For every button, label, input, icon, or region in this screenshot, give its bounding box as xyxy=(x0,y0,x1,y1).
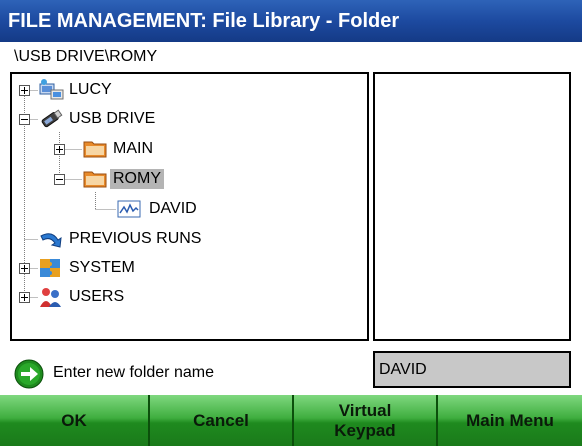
folder-icon xyxy=(83,141,107,158)
tree-node-david[interactable]: DAVID xyxy=(146,195,200,223)
expand-users-toggle[interactable] xyxy=(19,292,30,303)
tree-node-users[interactable]: USERS xyxy=(66,283,127,311)
virtual-keypad-label-line1: Virtual xyxy=(338,400,392,420)
tree-node-main[interactable]: MAIN xyxy=(110,135,156,163)
expand-system-toggle[interactable] xyxy=(19,263,30,274)
preview-pane xyxy=(373,72,571,341)
collapse-romy-toggle[interactable] xyxy=(54,174,65,185)
network-computer-icon xyxy=(39,79,64,100)
cancel-button[interactable]: Cancel xyxy=(150,395,294,446)
expand-main-toggle[interactable] xyxy=(54,144,65,155)
button-bar: OK Cancel Virtual Keypad Main Menu xyxy=(0,395,582,446)
folder-icon xyxy=(83,171,107,188)
tree-node-system[interactable]: SYSTEM xyxy=(66,254,138,282)
tree-node-usb-drive[interactable]: USB DRIVE xyxy=(66,105,158,133)
tree-node-label: ROMY xyxy=(110,169,164,189)
current-path: \USB DRIVE\ROMY xyxy=(14,48,158,65)
system-puzzle-icon xyxy=(40,259,60,277)
ok-button[interactable]: OK xyxy=(0,395,150,446)
tree-node-previous-runs[interactable]: PREVIOUS RUNS xyxy=(66,225,204,253)
tree-node-label: SYSTEM xyxy=(69,259,135,276)
usb-drive-icon xyxy=(41,109,63,128)
previous-runs-arrow-icon xyxy=(40,233,62,248)
virtual-keypad-button[interactable]: Virtual Keypad xyxy=(294,395,438,446)
expand-lucy-toggle[interactable] xyxy=(19,85,30,96)
window-title: FILE MANAGEMENT: File Library - Folder xyxy=(0,0,582,42)
tree-node-label: MAIN xyxy=(113,140,153,157)
tree-node-label: PREVIOUS RUNS xyxy=(69,230,202,247)
tree-node-lucy[interactable]: LUCY xyxy=(66,76,115,104)
main-menu-button[interactable]: Main Menu xyxy=(438,395,582,446)
tree-node-label: USB DRIVE xyxy=(69,110,156,127)
folder-name-input[interactable] xyxy=(373,351,571,388)
tree-node-label: USERS xyxy=(69,288,125,305)
waveform-file-icon xyxy=(117,200,141,218)
virtual-keypad-label-line2: Keypad xyxy=(334,420,396,440)
tree-node-label: DAVID xyxy=(149,200,197,217)
folder-tree[interactable]: LUCY USB DRIVE MAIN ROMY DAVID PREVIOUS … xyxy=(10,72,369,341)
tree-node-label: LUCY xyxy=(69,81,112,98)
tree-node-romy[interactable]: ROMY xyxy=(110,165,164,193)
collapse-usb-drive-toggle[interactable] xyxy=(19,114,30,125)
prompt-label: Enter new folder name xyxy=(53,364,214,381)
green-arrow-icon xyxy=(14,359,44,389)
users-icon xyxy=(40,288,61,307)
